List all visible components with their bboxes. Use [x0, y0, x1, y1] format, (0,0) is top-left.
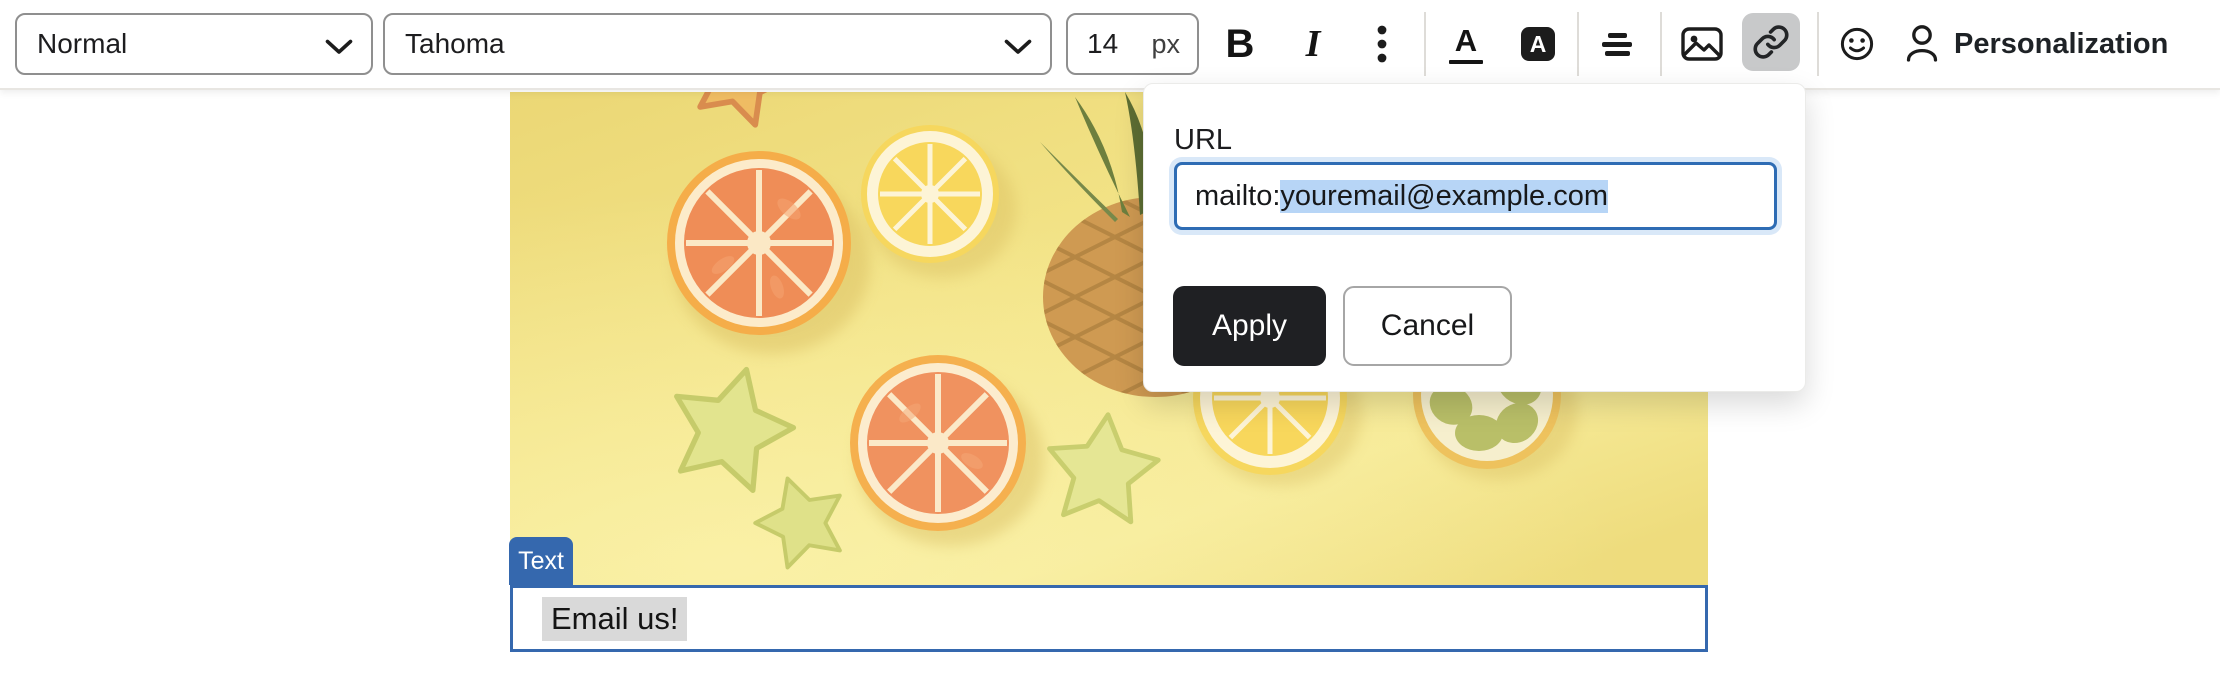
popover-buttons: Apply Cancel [1173, 286, 1512, 366]
link-icon [1752, 23, 1790, 61]
orange-slice-large [667, 151, 851, 335]
toolbar-divider [1577, 12, 1579, 76]
person-icon [1904, 24, 1940, 64]
orange-slice-small [850, 355, 1026, 531]
align-center-icon [1602, 33, 1632, 56]
font-family-value: Tahoma [405, 28, 505, 60]
bold-icon: B [1226, 22, 1255, 67]
bold-button[interactable]: B [1216, 12, 1264, 76]
paragraph-style-value: Normal [37, 28, 127, 60]
font-size-unit: px [1151, 29, 1180, 60]
more-options-button[interactable] [1360, 12, 1404, 76]
formatting-toolbar: Normal Tahoma 14 px B I [0, 0, 2220, 90]
link-url-popover: URL mailto:youremail@example.com Apply C… [1143, 83, 1806, 392]
text-color-icon: A [1449, 25, 1483, 64]
italic-button[interactable]: I [1291, 12, 1335, 76]
selected-text: Email us! [542, 597, 687, 641]
emoji-button[interactable] [1835, 12, 1879, 76]
lemon-slice-top [861, 125, 999, 263]
image-icon [1681, 26, 1723, 62]
toolbar-divider [1424, 12, 1426, 76]
font-size-value: 14 [1087, 28, 1118, 60]
alignment-button[interactable] [1595, 12, 1639, 76]
personalization-button[interactable]: Personalization [1904, 12, 2168, 76]
background-color-icon: A [1521, 27, 1555, 61]
vertical-ellipsis-icon [1377, 25, 1387, 63]
text-color-button[interactable]: A [1444, 12, 1488, 76]
personalization-label: Personalization [1954, 28, 2168, 61]
chevron-down-icon [1004, 39, 1032, 55]
url-value-selected: youremail@example.com [1280, 180, 1608, 213]
toolbar-divider [1817, 12, 1819, 76]
toolbar-divider [1660, 12, 1662, 76]
link-button-active[interactable] [1742, 13, 1800, 71]
url-label: URL [1174, 124, 1232, 157]
chevron-down-icon [325, 39, 353, 55]
italic-icon: I [1306, 22, 1321, 66]
emoji-icon [1839, 26, 1875, 62]
font-family-dropdown[interactable]: Tahoma [383, 13, 1052, 75]
font-size-input[interactable]: 14 px [1066, 13, 1199, 75]
insert-image-button[interactable] [1680, 12, 1724, 76]
background-color-button[interactable]: A [1516, 12, 1560, 76]
block-tab-label: Text [518, 547, 564, 576]
email-editor-screen: Normal Tahoma 14 px B I [0, 0, 2220, 674]
url-input[interactable]: mailto:youremail@example.com [1174, 162, 1777, 230]
apply-button[interactable]: Apply [1173, 286, 1326, 366]
cancel-button[interactable]: Cancel [1343, 286, 1512, 366]
text-block[interactable]: Email us! [510, 585, 1708, 652]
url-value-prefix: mailto: [1195, 180, 1280, 213]
paragraph-style-dropdown[interactable]: Normal [15, 13, 373, 75]
selected-block-tab[interactable]: Text [509, 537, 573, 585]
